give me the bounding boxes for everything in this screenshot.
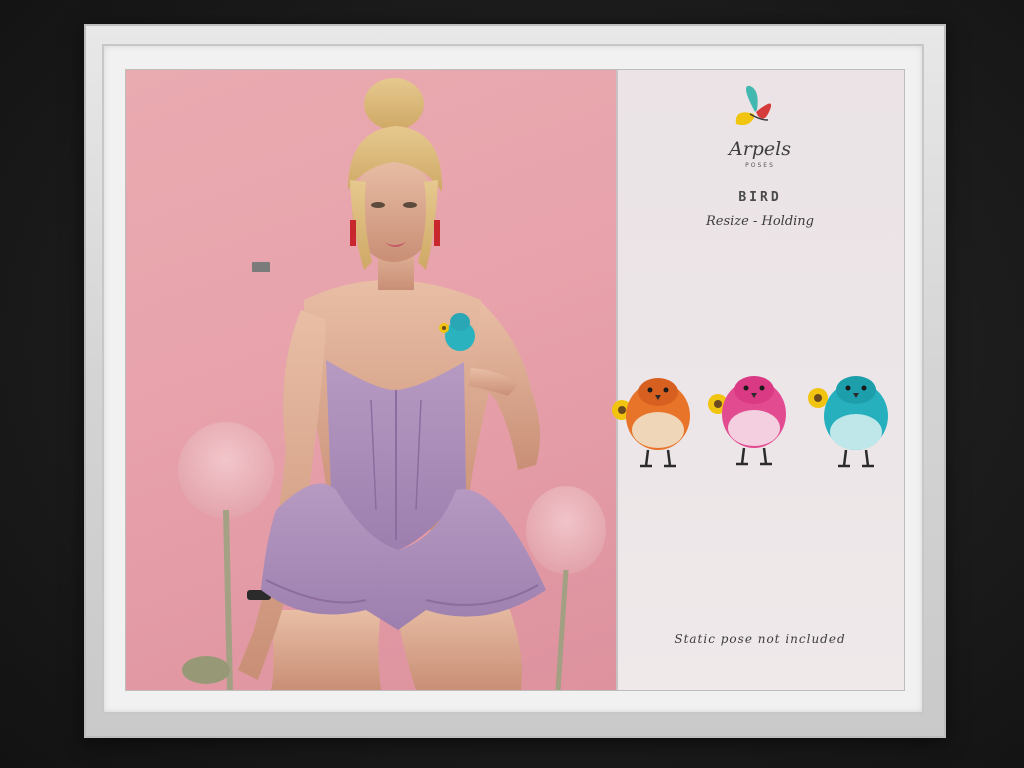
butterfly-logo-icon [735, 85, 772, 126]
product-title: BIRD [738, 190, 782, 205]
model-photo [126, 70, 616, 690]
model-figure [238, 78, 546, 690]
hud-marker[interactable] [252, 262, 270, 272]
product-subtitle: Resize - Holding [705, 214, 814, 229]
footnote: Static pose not included [674, 632, 846, 646]
teal-bird-icon [808, 376, 888, 468]
product-info-panel: Arpels POSES BIRD Resize - Holding Stati… [612, 70, 904, 690]
orange-bird-icon [612, 378, 690, 468]
brand-subtitle: POSES [745, 162, 775, 169]
model-illustration [178, 78, 606, 690]
brand-name: Arpels [728, 138, 792, 160]
pink-bird-icon [708, 376, 786, 466]
ad-poster: Arpels POSES BIRD Resize - Holding Stati… [126, 70, 904, 690]
